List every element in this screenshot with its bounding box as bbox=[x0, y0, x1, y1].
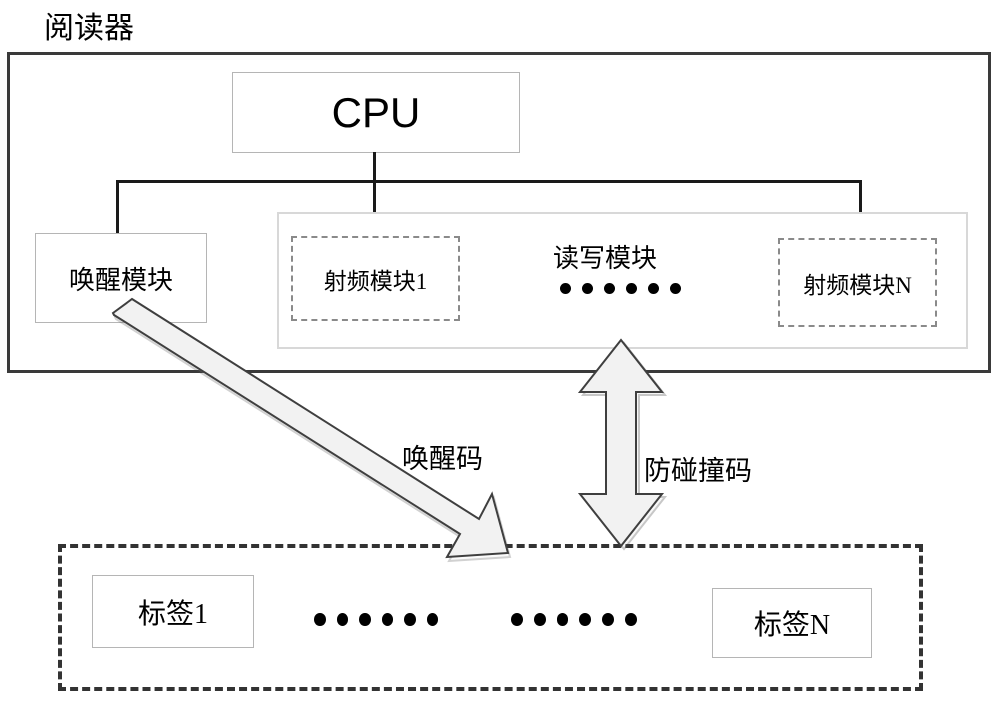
tags-ellipsis-right bbox=[511, 611, 637, 627]
ellipsis-dot bbox=[556, 612, 569, 626]
ellipsis-dot bbox=[579, 612, 592, 626]
ellipsis-dot bbox=[560, 282, 571, 294]
ellipsis-dot bbox=[648, 282, 659, 294]
ellipsis-dot bbox=[511, 612, 523, 626]
ellipsis-dot bbox=[670, 282, 681, 294]
ellipsis-dot bbox=[336, 612, 348, 626]
read-write-module-ellipsis bbox=[560, 281, 688, 295]
ellipsis-dot bbox=[426, 612, 438, 626]
ellipsis-dot bbox=[359, 612, 371, 626]
tag-1-box: 标签1 bbox=[92, 575, 254, 648]
wakeup-module-label: 唤醒模块 bbox=[68, 265, 173, 295]
tag-n-label: 标签N bbox=[753, 610, 831, 641]
rf-module-n-label: 射频模块N bbox=[803, 272, 912, 298]
ellipsis-dot bbox=[604, 282, 615, 294]
wake-code-label: 唤醒码 bbox=[402, 444, 483, 474]
cpu-label: CPU bbox=[331, 88, 421, 136]
tag-n-box: 标签N bbox=[712, 588, 872, 658]
rf-module-n-box: 射频模块N bbox=[778, 238, 937, 327]
tag-1-label: 标签1 bbox=[137, 598, 208, 630]
anticollision-code-label: 防碰撞码 bbox=[644, 456, 752, 486]
diagram-canvas: 阅读器 CPU 唤醒模块 读写模块 射频模块1 射频模块N 标签1 标签N 唤醒… bbox=[0, 0, 1000, 717]
wire-horizontal-bus bbox=[116, 180, 862, 183]
cpu-box: CPU bbox=[232, 72, 520, 153]
ellipsis-dot bbox=[404, 612, 416, 626]
ellipsis-dot bbox=[602, 612, 615, 626]
ellipsis-dot bbox=[582, 282, 593, 294]
tags-ellipsis-left bbox=[314, 611, 438, 627]
ellipsis-dot bbox=[626, 282, 637, 294]
ellipsis-dot bbox=[314, 612, 326, 626]
ellipsis-dot bbox=[533, 612, 546, 626]
ellipsis-dot bbox=[381, 612, 393, 626]
rf-module-1-label: 射频模块1 bbox=[323, 268, 428, 294]
read-write-module-label: 读写模块 bbox=[553, 244, 658, 273]
wire-cpu-to-bus bbox=[373, 152, 376, 182]
wire-bus-to-wakeup bbox=[116, 180, 119, 235]
wakeup-module-box: 唤醒模块 bbox=[35, 233, 207, 323]
reader-title: 阅读器 bbox=[44, 12, 134, 45]
rf-module-1-box: 射频模块1 bbox=[291, 236, 460, 321]
ellipsis-dot bbox=[625, 612, 637, 626]
